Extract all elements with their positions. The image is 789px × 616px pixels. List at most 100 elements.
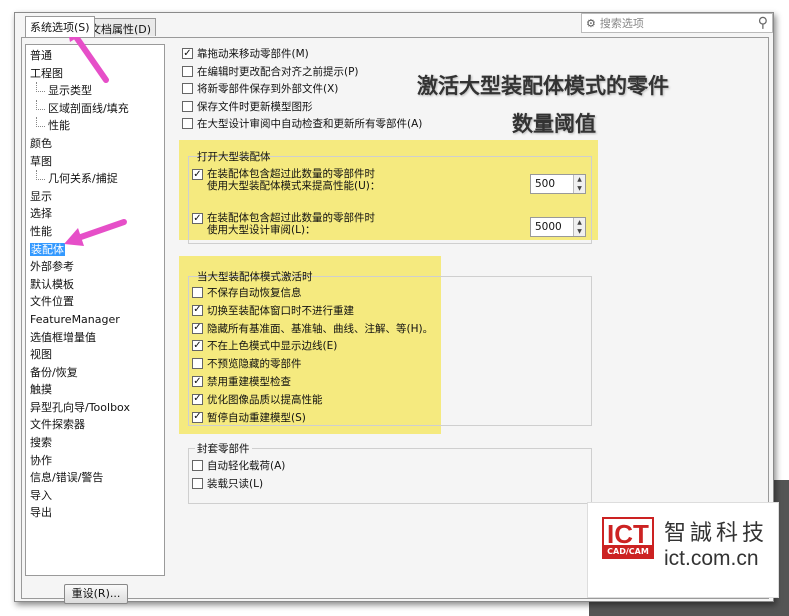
option-label: 自动轻化载荷(A) xyxy=(207,460,286,472)
tree-item-label: 备份/恢复 xyxy=(30,365,78,379)
checkbox[interactable]: ✓ xyxy=(192,304,203,316)
checkbox[interactable]: ✓ xyxy=(192,340,203,352)
tree-item[interactable]: 文件探索器 xyxy=(26,416,164,434)
large-mode-threshold-option[interactable]: ✓ 在装配体包含超过此数量的零部件时 使用大型装配体模式来提高性能(U)： xyxy=(192,168,380,192)
tree-item-label: 普通 xyxy=(30,49,52,62)
envelope-option[interactable]: 自动轻化载荷(A) xyxy=(192,458,285,473)
tree-item-label: 外部参考 xyxy=(30,260,74,274)
general-option[interactable]: ✓ 靠拖动来移动零部件(M) xyxy=(182,46,309,61)
tree-item-label: 异型孔向导/Toolbox xyxy=(30,400,130,414)
checkbox[interactable] xyxy=(192,477,203,489)
tree-item[interactable]: 区域剖面线/填充 xyxy=(26,99,164,118)
tree-item-label: 显示 xyxy=(30,189,52,203)
tree-item[interactable]: 文件位置 xyxy=(26,293,164,311)
tree-item-label: 文件位置 xyxy=(30,295,74,309)
company-logo: ICT CAD/CAM 智誠科技 ict.com.cn xyxy=(587,502,779,598)
large-mode-option[interactable]: ✓ 不在上色模式中显示边线(E) xyxy=(192,338,337,353)
tree-item[interactable]: FeatureManager xyxy=(26,311,164,329)
tree-item-label: 性能 xyxy=(48,119,70,133)
checkbox[interactable]: ✓ xyxy=(192,393,203,405)
search-placeholder: 搜索选项 xyxy=(599,17,644,30)
tree-item-label: 触摸 xyxy=(30,383,52,397)
option-text-line1: 在装配体包含超过此数量的零部件时 xyxy=(207,168,375,180)
reset-button[interactable]: 重设(R)... xyxy=(64,584,128,604)
checkbox[interactable] xyxy=(182,65,193,77)
stepper-value: 500 xyxy=(535,178,556,190)
checkbox[interactable]: ✓ xyxy=(192,322,203,334)
tree-item-label: 选择 xyxy=(30,207,52,221)
checkbox[interactable] xyxy=(192,460,203,471)
tree-item[interactable]: 导入 xyxy=(26,487,164,505)
option-label: 靠拖动来移动零部件(M) xyxy=(197,48,309,60)
tree-item-label: FeatureManager xyxy=(30,312,120,326)
tree-item[interactable]: 异型孔向导/Toolbox xyxy=(26,399,164,417)
tree-item[interactable]: 几何关系/捕捉 xyxy=(26,170,164,188)
stepper-arrows-icon[interactable]: ▲ ▼ xyxy=(573,175,585,193)
general-option[interactable]: 在大型设计审阅中自动检查和更新所有零部件(A) xyxy=(182,116,422,131)
checkbox[interactable] xyxy=(192,287,203,298)
checkbox[interactable]: ✓ xyxy=(192,169,203,180)
logo-cadcam-label: CAD/CAM xyxy=(602,545,654,559)
search-input[interactable]: ⚙ 搜索选项 ⚲ xyxy=(581,13,773,33)
checkbox[interactable] xyxy=(182,83,193,94)
tree-item[interactable]: 触摸 xyxy=(26,381,164,399)
tree-item-label: 文件探索器 xyxy=(30,418,85,432)
checkbox[interactable] xyxy=(182,100,193,112)
options-tree: 普通 工程图 显示类型 区域剖面线/填充 性能 颜色 草图 几何关系/捕捉 显示 选择 性能 装配体外… xyxy=(25,44,165,576)
option-label: 保存文件时更新模型图形 xyxy=(197,100,313,113)
stepper-arrows-icon[interactable]: ▲ ▼ xyxy=(573,218,585,236)
option-label: 切换至装配体窗口时不进行重建 xyxy=(207,304,354,317)
checkbox[interactable]: ✓ xyxy=(192,376,203,387)
tree-item[interactable]: 选值框增量值 xyxy=(26,329,164,347)
general-option[interactable]: 将新零部件保存到外部文件(X) xyxy=(182,81,338,96)
search-icon[interactable]: ⚲ xyxy=(758,15,768,31)
tree-item[interactable]: 外部参考 xyxy=(26,258,164,276)
tree-item-label: 选值框增量值 xyxy=(30,330,96,344)
tree-item[interactable]: 颜色 xyxy=(26,135,164,153)
large-mode-threshold-stepper[interactable]: 500 ▲ ▼ xyxy=(530,174,586,194)
tree-item[interactable]: 搜索 xyxy=(26,434,164,452)
envelope-option[interactable]: 装载只读(L) xyxy=(192,476,263,491)
tree-item[interactable]: 性能 xyxy=(26,117,164,135)
large-mode-option[interactable]: ✓ 隐藏所有基准面、基准轴、曲线、注解、等(H)。 xyxy=(192,321,433,336)
tab-system-options[interactable]: 系统选项(S) xyxy=(25,16,95,37)
tree-item-label: 性能 xyxy=(30,224,52,238)
option-label: 在大型设计审阅中自动检查和更新所有零部件(A) xyxy=(197,118,423,130)
checkbox[interactable]: ✓ xyxy=(192,411,203,423)
tree-item-label: 默认模板 xyxy=(30,277,74,291)
tree-item[interactable]: 草图 xyxy=(26,153,164,171)
large-mode-option[interactable]: 不保存自动恢复信息 xyxy=(192,285,302,300)
tree-item[interactable]: 显示 xyxy=(26,188,164,206)
checkbox[interactable] xyxy=(182,118,193,129)
large-mode-option[interactable]: ✓ 禁用重建模型检查 xyxy=(192,374,291,389)
group-title-large-open: 打开大型装配体 xyxy=(197,151,271,163)
tree-item-label: 导出 xyxy=(30,506,52,520)
tree-item[interactable]: 信息/错误/警告 xyxy=(26,469,164,487)
option-text-line1: 在装配体包含超过此数量的零部件时 xyxy=(207,212,375,224)
general-option[interactable]: 在编辑时更改配合对齐之前提示(P) xyxy=(182,64,359,79)
general-option[interactable]: 保存文件时更新模型图形 xyxy=(182,99,313,114)
checkbox[interactable]: ✓ xyxy=(182,48,193,59)
large-review-threshold-stepper[interactable]: 5000 ▲ ▼ xyxy=(530,217,586,237)
checkbox[interactable]: ✓ xyxy=(192,213,203,224)
tree-item-label: 工程图 xyxy=(30,66,63,80)
large-mode-option[interactable]: 不预览隐藏的零部件 xyxy=(192,356,302,371)
gear-icon: ⚙ xyxy=(586,16,596,30)
large-review-threshold-option[interactable]: ✓ 在装配体包含超过此数量的零部件时 使用大型设计审阅(L)： xyxy=(192,212,375,236)
tree-item[interactable]: 备份/恢复 xyxy=(26,364,164,382)
tree-item-label: 信息/错误/警告 xyxy=(30,471,104,485)
tree-item[interactable]: 导出 xyxy=(26,504,164,522)
annotation-line1: 激活大型装配体模式的零件 xyxy=(417,74,669,98)
tree-item[interactable]: 协作 xyxy=(26,452,164,470)
option-label: 不预览隐藏的零部件 xyxy=(207,358,302,371)
tree-item[interactable]: 视图 xyxy=(26,346,164,364)
logo-url: ict.com.cn xyxy=(664,547,759,570)
tree-item[interactable]: 默认模板 xyxy=(26,276,164,294)
tree-item-label: 视图 xyxy=(30,348,52,362)
large-mode-option[interactable]: ✓ 切换至装配体窗口时不进行重建 xyxy=(192,303,354,318)
large-mode-option[interactable]: ✓ 优化图像品质以提高性能 xyxy=(192,392,323,407)
tree-item-label: 颜色 xyxy=(30,136,52,150)
checkbox[interactable] xyxy=(192,358,203,370)
large-mode-option[interactable]: ✓ 暂停自动重建模型(S) xyxy=(192,410,306,425)
option-label: 暂停自动重建模型(S) xyxy=(207,411,306,424)
